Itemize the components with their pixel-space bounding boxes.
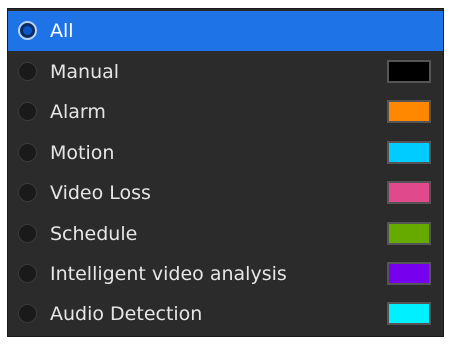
- filter-item-label: Audio Detection: [50, 303, 203, 325]
- color-swatch-video-loss: [387, 181, 431, 204]
- filter-item-video-loss[interactable]: Video Loss: [8, 173, 443, 213]
- color-swatch-schedule: [387, 222, 431, 245]
- radio-icon[interactable]: [18, 62, 37, 81]
- filter-item-all[interactable]: All: [8, 11, 443, 51]
- radio-icon[interactable]: [18, 264, 37, 283]
- radio-selected-icon[interactable]: [18, 21, 37, 40]
- radio-icon[interactable]: [18, 143, 37, 162]
- filter-item-label: Alarm: [50, 101, 106, 123]
- filter-item-intelligent-video-analysis[interactable]: Intelligent video analysis: [8, 254, 443, 294]
- filter-item-label: All: [50, 20, 74, 42]
- radio-icon[interactable]: [18, 304, 37, 323]
- color-swatch-audio-detection: [387, 302, 431, 325]
- filter-item-schedule[interactable]: Schedule: [8, 214, 443, 254]
- filter-item-alarm[interactable]: Alarm: [8, 92, 443, 132]
- filter-item-label: Intelligent video analysis: [50, 263, 287, 285]
- radio-icon[interactable]: [18, 102, 37, 121]
- filter-item-label: Manual: [50, 61, 120, 83]
- color-swatch-intelligent-video-analysis: [387, 262, 431, 285]
- radio-icon[interactable]: [18, 224, 37, 243]
- filter-item-label: Motion: [50, 142, 115, 164]
- filter-item-label: Video Loss: [50, 182, 151, 204]
- color-swatch-manual: [387, 60, 431, 83]
- color-swatch-alarm: [387, 100, 431, 123]
- filter-item-motion[interactable]: Motion: [8, 133, 443, 173]
- event-type-filter-list: All Manual Alarm Motion Video Loss Sched…: [7, 8, 444, 337]
- filter-item-label: Schedule: [50, 223, 138, 245]
- filter-item-manual[interactable]: Manual: [8, 52, 443, 92]
- color-swatch-motion: [387, 141, 431, 164]
- filter-item-audio-detection[interactable]: Audio Detection: [8, 294, 443, 334]
- radio-icon[interactable]: [18, 183, 37, 202]
